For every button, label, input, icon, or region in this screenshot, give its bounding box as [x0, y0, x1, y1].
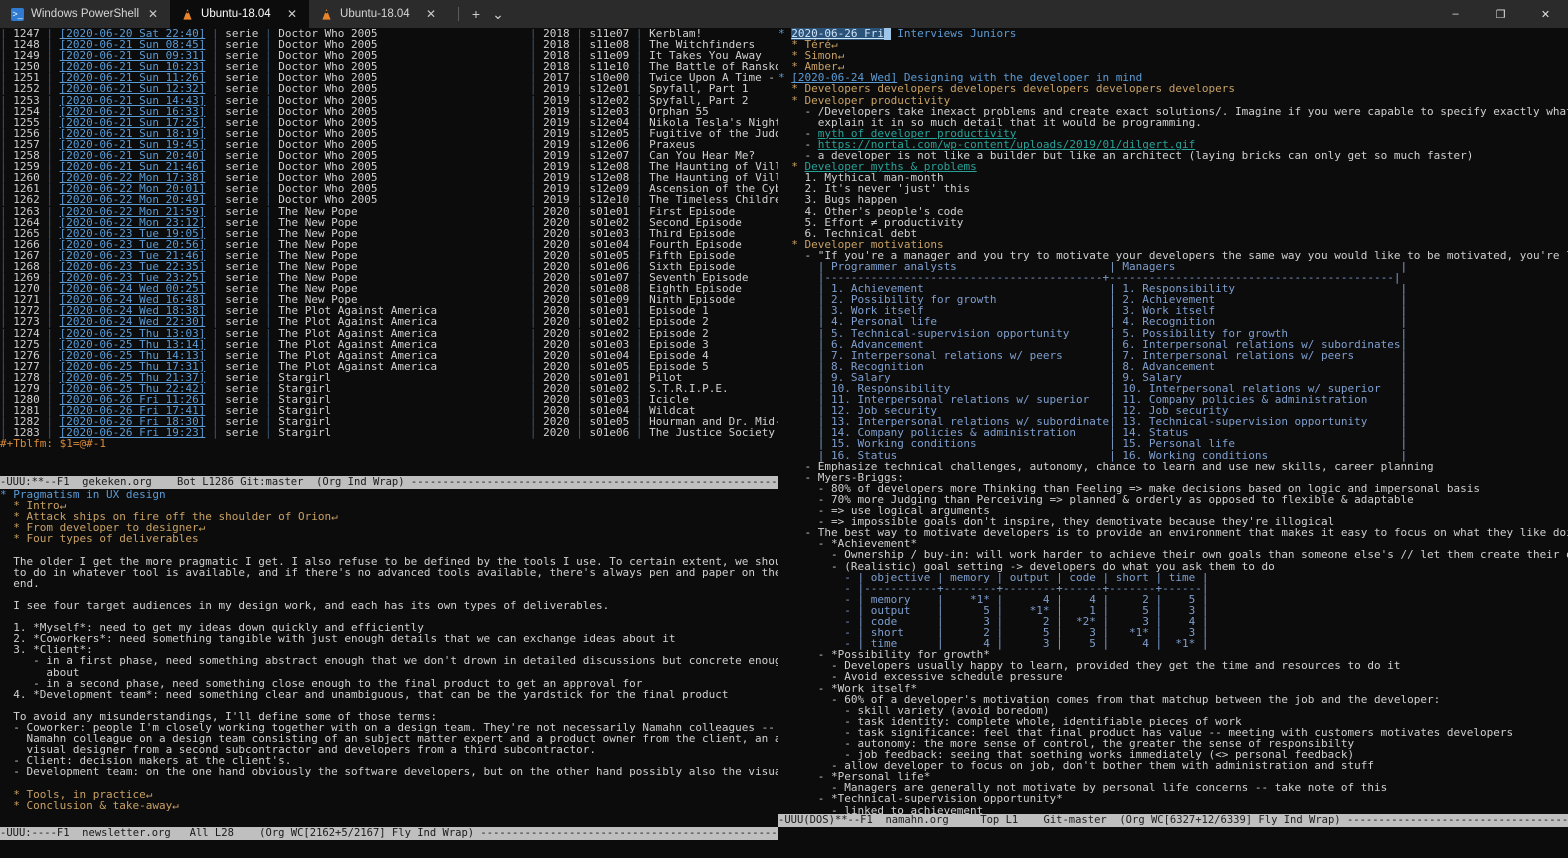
- close-icon[interactable]: ✕: [146, 7, 160, 21]
- left-window-column: | 1247 | [2020-06-20 Sat 22:40] | serie …: [0, 28, 778, 858]
- titlebar-drag-region: [513, 0, 1433, 28]
- terminal-body[interactable]: | 1247 | [2020-06-20 Sat 22:40] | serie …: [0, 28, 1568, 858]
- minimize-button[interactable]: –: [1433, 0, 1478, 28]
- terminal-empty-area: [778, 827, 1568, 858]
- modeline-newsletter-org: -UUU:----F1 newsletter.org All L28 (Org …: [0, 827, 778, 840]
- chevron-down-icon[interactable]: ⌄: [487, 6, 509, 23]
- buffer-text-gekeken[interactable]: | 1247 | [2020-06-20 Sat 22:40] | serie …: [0, 28, 778, 450]
- ubuntu-icon: [320, 8, 333, 21]
- tab-ubuntu-1804-second[interactable]: Ubuntu-18.04 ✕: [309, 0, 449, 28]
- tab-label: Windows PowerShell: [31, 8, 140, 20]
- tab-windows-powershell[interactable]: >_ Windows PowerShell ✕: [0, 0, 171, 28]
- tab-ubuntu-1804-active[interactable]: Ubuntu-18.04 ✕: [170, 0, 310, 28]
- modeline-namahn-org: -UUU(DOS)**--F1 namahn.org Top L1 Git-ma…: [778, 814, 1568, 827]
- tab-controls: + ⌄: [448, 0, 513, 28]
- right-window-column: * 2020-06-26 Fri Interviews Juniors * Té…: [778, 28, 1568, 858]
- modeline-gekeken-org: -UUU:**--F1 gekeken.org Bot L1286 Git:ma…: [0, 476, 778, 489]
- ubuntu-icon: [181, 8, 194, 21]
- buffer-text-newsletter[interactable]: * Pragmatism in UX design * Intro↵ * Att…: [0, 489, 778, 811]
- tab-label: Ubuntu-18.04: [340, 8, 410, 20]
- divider: [458, 7, 460, 21]
- window-controls: – ❐ ✕: [1433, 0, 1568, 28]
- close-icon[interactable]: ✕: [424, 7, 438, 21]
- new-tab-button[interactable]: +: [465, 6, 487, 22]
- close-button[interactable]: ✕: [1523, 0, 1568, 28]
- emacs-frame: | 1247 | [2020-06-20 Sat 22:40] | serie …: [0, 28, 1568, 858]
- powershell-icon: >_: [11, 7, 24, 21]
- pane-newsletter-org[interactable]: * Pragmatism in UX design * Intro↵ * Att…: [0, 489, 778, 827]
- maximize-button[interactable]: ❐: [1478, 0, 1523, 28]
- window-titlebar: >_ Windows PowerShell ✕ Ubuntu-18.04 ✕ U…: [0, 0, 1568, 28]
- tab-strip: >_ Windows PowerShell ✕ Ubuntu-18.04 ✕ U…: [0, 0, 449, 28]
- pane-gekeken-org[interactable]: | 1247 | [2020-06-20 Sat 22:40] | serie …: [0, 28, 778, 476]
- close-icon[interactable]: ✕: [285, 7, 299, 21]
- tab-label: Ubuntu-18.04: [201, 8, 271, 20]
- buffer-text-namahn[interactable]: * 2020-06-26 Fri Interviews Juniors * Té…: [778, 28, 1568, 814]
- pane-namahn-org[interactable]: * 2020-06-26 Fri Interviews Juniors * Té…: [778, 28, 1568, 814]
